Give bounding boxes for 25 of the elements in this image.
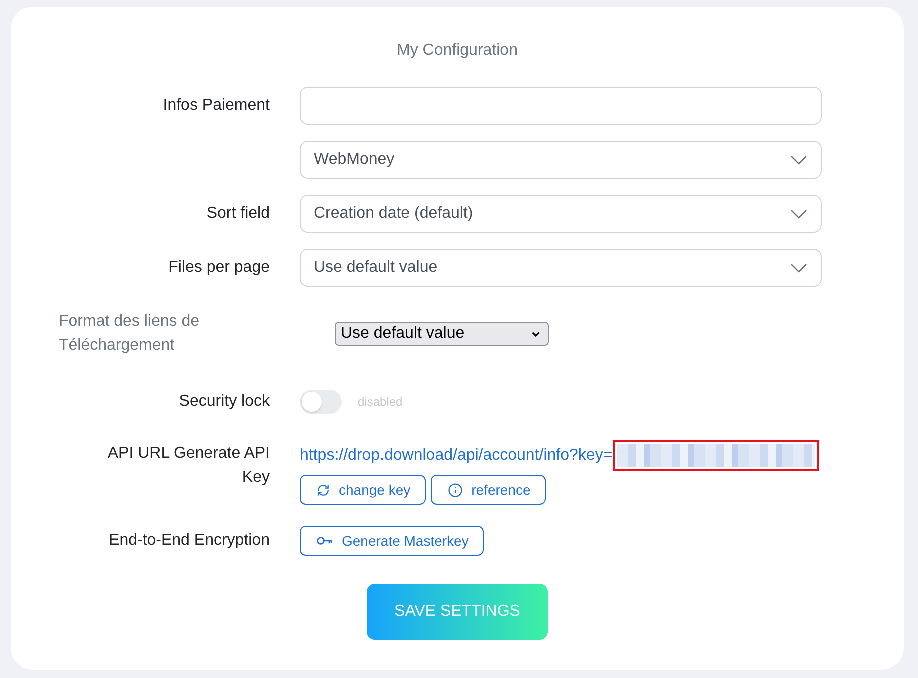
field-label: Infos Paiement — [163, 96, 270, 116]
select-field[interactable]: WebMoney — [300, 141, 822, 179]
select-field[interactable]: Creation date (default) — [300, 195, 822, 233]
field-label: End-to-End Encryption — [109, 531, 270, 551]
chevron-icon — [791, 264, 807, 272]
page-title: My Configuration — [397, 41, 518, 61]
dropdown-select[interactable]: Use default value — [335, 322, 549, 346]
info-icon — [448, 482, 463, 498]
outline-button[interactable]: reference — [430, 475, 546, 505]
field-label: API URL Generate API Key — [106, 444, 270, 488]
refresh-icon — [317, 484, 330, 496]
toggle-switch[interactable] — [300, 390, 342, 414]
field-label: Security lock — [179, 392, 270, 412]
key-icon — [317, 536, 333, 546]
field-label: Files per page — [168, 258, 270, 278]
field-label: Format des liens de Téléchargement — [59, 312, 201, 356]
outline-button[interactable]: change key — [300, 475, 426, 505]
chevron-icon — [791, 210, 807, 218]
input-field[interactable] — [300, 87, 822, 125]
chevron-icon — [791, 156, 807, 164]
select-field[interactable]: Use default value — [300, 249, 822, 287]
api-url-link[interactable]: https://drop.download/api/account/info?key= — [300, 444, 613, 468]
outline-button[interactable]: Generate Masterkey — [300, 526, 484, 556]
field-label: Sort field — [206, 204, 270, 224]
chevron-icon — [532, 332, 540, 336]
